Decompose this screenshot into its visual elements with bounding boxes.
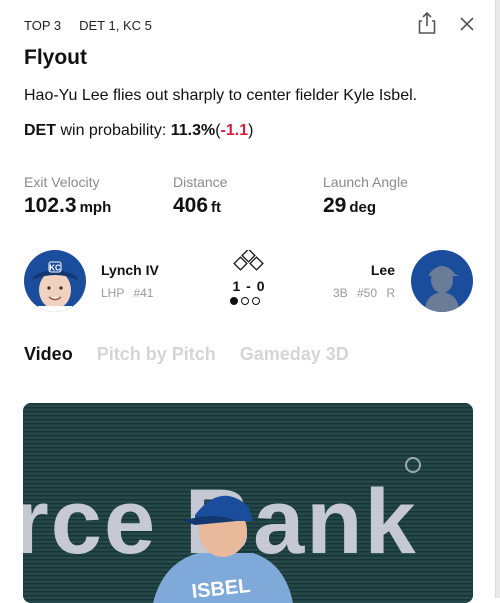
- close-icon[interactable]: [460, 17, 474, 31]
- distance-stat: Distance 406 ft: [173, 174, 227, 218]
- pitcher-meta: LHP #41: [101, 286, 154, 300]
- page-scrollbar[interactable]: [495, 0, 500, 598]
- batter-avatar[interactable]: [411, 250, 473, 312]
- pitcher-name[interactable]: Lynch IV: [101, 262, 159, 278]
- play-video[interactable]: rce Bank ISBEL: [23, 403, 473, 603]
- out-dot: [230, 297, 238, 305]
- media-tabs: Video Pitch by Pitch Gameday 3D: [24, 344, 349, 365]
- launch-angle-stat: Launch Angle 29 deg: [323, 174, 408, 218]
- distance-value: 406: [173, 194, 209, 217]
- win-prob-label: win probability:: [60, 122, 167, 139]
- distance-label: Distance: [173, 174, 228, 190]
- win-prob-delta: -1.1: [220, 122, 249, 139]
- win-prob-close-paren: ): [248, 122, 254, 139]
- ball-strike-count: 1 - 0: [232, 278, 266, 294]
- exit-velocity-value: 102.3: [24, 194, 77, 217]
- base-runners-diamond: [233, 250, 264, 271]
- win-probability: DET win probability: 11.3%(-1.1): [24, 122, 253, 140]
- batter-meta: 3B #50 R: [332, 286, 395, 300]
- exit-velocity-label: Exit Velocity: [24, 174, 100, 190]
- pitcher-cap-logo: KC: [49, 264, 61, 273]
- distance-unit: ft: [211, 199, 222, 216]
- tab-pitch-by-pitch[interactable]: Pitch by Pitch: [97, 344, 216, 365]
- batter-name[interactable]: Lee: [371, 262, 395, 278]
- play-description: Hao-Yu Lee flies out sharply to center f…: [24, 87, 418, 104]
- score-label: DET 1, KC 5: [79, 17, 152, 33]
- share-icon[interactable]: [418, 12, 436, 34]
- win-prob-team: DET: [24, 122, 56, 139]
- win-prob-value: 11.3%: [170, 122, 216, 139]
- pitcher-avatar[interactable]: KC: [24, 250, 86, 312]
- outs-indicator: [230, 297, 260, 305]
- exit-velocity-stat: Exit Velocity 102.3 mph: [24, 174, 111, 218]
- exit-velocity-unit: mph: [79, 199, 112, 216]
- game-status-bar: TOP 3 DET 1, KC 5: [24, 12, 476, 34]
- launch-angle-unit: deg: [349, 199, 377, 216]
- launch-angle-label: Launch Angle: [323, 174, 408, 190]
- launch-angle-value: 29: [323, 194, 347, 217]
- play-title: Flyout: [24, 46, 87, 69]
- tab-gameday-3d[interactable]: Gameday 3D: [240, 344, 349, 365]
- out-dot: [252, 297, 260, 305]
- inning-label: TOP 3: [24, 17, 62, 33]
- tab-video[interactable]: Video: [24, 344, 73, 365]
- out-dot: [241, 297, 249, 305]
